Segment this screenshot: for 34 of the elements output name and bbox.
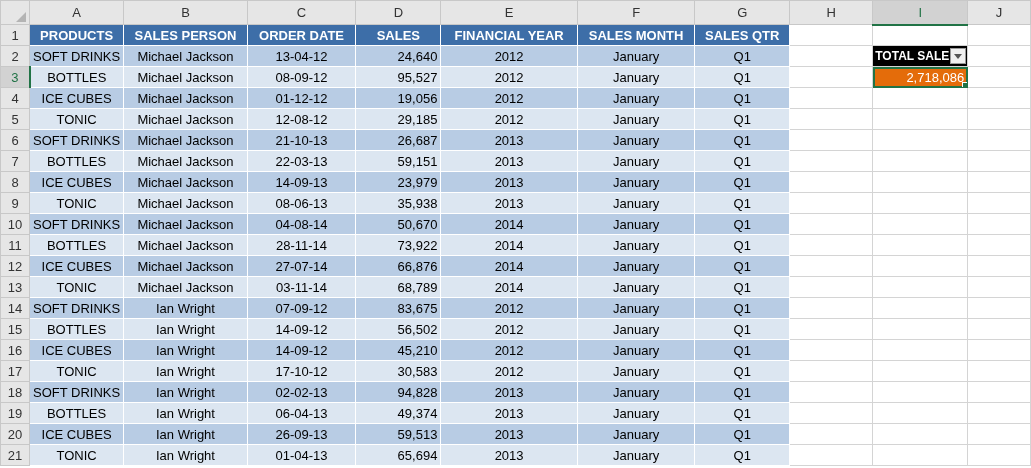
row-header[interactable]: 7 (0, 150, 30, 172)
row-header[interactable]: 4 (0, 87, 30, 109)
row-header[interactable]: 11 (0, 234, 30, 256)
dropdown-button[interactable] (950, 48, 967, 64)
row-header[interactable]: 16 (0, 339, 30, 361)
total-header: TOTAL SALE (875, 47, 950, 65)
row-header[interactable]: 17 (0, 360, 30, 382)
row-header[interactable]: 18 (0, 381, 30, 403)
row-header[interactable]: 19 (0, 402, 30, 424)
row-header[interactable]: 12 (0, 255, 30, 277)
row-header[interactable]: 6 (0, 129, 30, 151)
column-header[interactable]: A (29, 0, 124, 25)
row-header[interactable]: 5 (0, 108, 30, 130)
column-header[interactable]: E (440, 0, 578, 25)
column-header[interactable]: B (123, 0, 248, 25)
row-header[interactable]: 8 (0, 171, 30, 193)
column-header[interactable]: I (872, 0, 968, 25)
row-header[interactable]: 13 (0, 276, 30, 298)
row-header[interactable]: 10 (0, 213, 30, 235)
row-header[interactable]: 20 (0, 423, 30, 445)
column-header[interactable]: D (355, 0, 441, 25)
row-header[interactable]: 14 (0, 297, 30, 319)
row-header[interactable]: 15 (0, 318, 30, 340)
column-header[interactable]: C (247, 0, 356, 25)
caret-icon (954, 53, 963, 59)
row-header[interactable]: 9 (0, 192, 30, 214)
column-header[interactable]: F (577, 0, 695, 25)
row-header[interactable]: 1 (0, 24, 30, 46)
column-header[interactable]: H (789, 0, 873, 25)
row-header[interactable]: 3 (0, 66, 30, 88)
column-header[interactable]: G (694, 0, 790, 25)
row-header[interactable]: 2 (0, 45, 30, 67)
row-header[interactable]: 21 (0, 444, 30, 466)
column-header[interactable]: J (967, 0, 1031, 25)
